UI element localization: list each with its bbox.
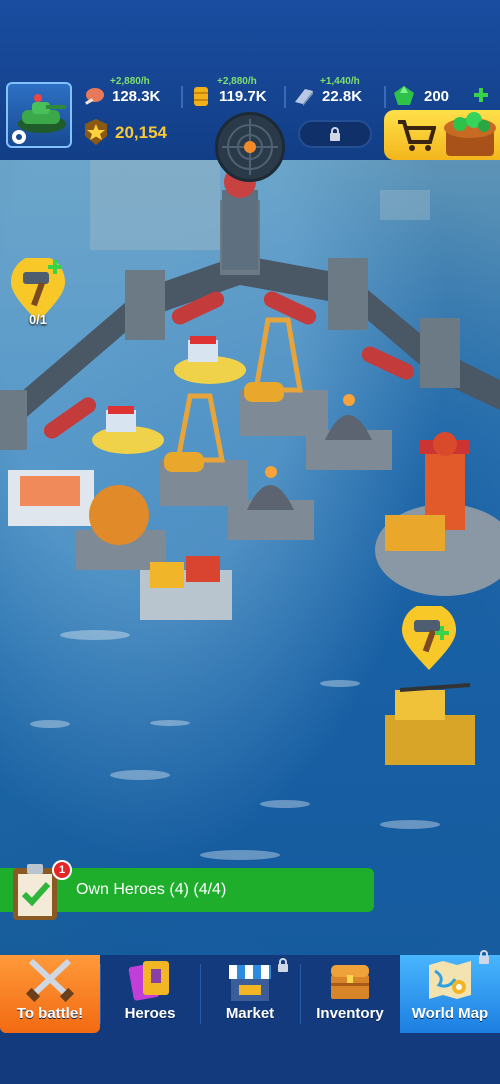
shopping-cart-icon: [398, 120, 436, 151]
nav-label: Heroes: [124, 1005, 176, 1022]
star-badge-icon: [85, 119, 107, 145]
radar-button[interactable]: [215, 112, 285, 182]
player-avatar[interactable]: [6, 82, 72, 148]
hammer-icon: [402, 603, 456, 670]
oil-barrel-icon: [194, 87, 208, 106]
nav-label: To battle!: [16, 1005, 84, 1022]
naval-base: [0, 160, 500, 765]
builder-pin-construction[interactable]: [400, 603, 458, 672]
divider: [384, 86, 386, 108]
hero-cards-icon: [128, 961, 169, 1001]
lock-icon: [330, 127, 340, 141]
oil-rate: +2,880/h: [217, 76, 257, 87]
rank-display[interactable]: 20,154: [82, 118, 192, 146]
divider: [284, 86, 286, 108]
gear-icon[interactable]: [10, 128, 28, 146]
treasure-chest-icon: [331, 965, 369, 999]
nav-heroes[interactable]: Heroes: [100, 955, 200, 1033]
world-map-icon: [429, 961, 471, 999]
builder-pin[interactable]: 0/1: [9, 255, 67, 327]
divider: [181, 86, 183, 108]
nav-label: Inventory: [316, 1005, 384, 1022]
nav-inventory[interactable]: Inventory: [300, 955, 400, 1033]
treasure-chest-icon: [444, 112, 496, 156]
market-stall-icon: [229, 965, 271, 1001]
lock-icon: [278, 958, 288, 972]
mission-text: Own Heroes (4) (4/4): [76, 881, 227, 898]
add-gems-button[interactable]: [472, 86, 490, 104]
nav-label: Market: [225, 1005, 275, 1022]
gems-value: 200: [424, 88, 450, 105]
builder-count: 0/1: [28, 312, 48, 327]
meat-icon: [85, 88, 104, 105]
gem-icon: [394, 86, 414, 105]
shop-button[interactable]: [384, 110, 500, 160]
base-map[interactable]: 0/1: [0, 160, 500, 955]
steel-bar-icon: [295, 89, 313, 106]
meat-value: 128.3K: [112, 88, 161, 105]
locked-slot: [298, 120, 372, 148]
mission-badge: 1: [52, 860, 72, 880]
nav-world-map[interactable]: World Map: [400, 955, 500, 1033]
radar-icon: [222, 119, 278, 175]
lock-icon: [479, 950, 489, 964]
rank-value: 20,154: [115, 123, 167, 142]
crossed-swords-icon: [25, 958, 75, 1003]
nav-label: World Map: [411, 1005, 489, 1022]
oil-value: 119.7K: [219, 88, 267, 105]
meat-rate: +2,880/h: [110, 76, 150, 87]
nav-to-battle[interactable]: To battle!: [0, 955, 100, 1033]
steel-value: 22.8K: [322, 88, 363, 105]
steel-rate: +1,440/h: [320, 76, 360, 87]
